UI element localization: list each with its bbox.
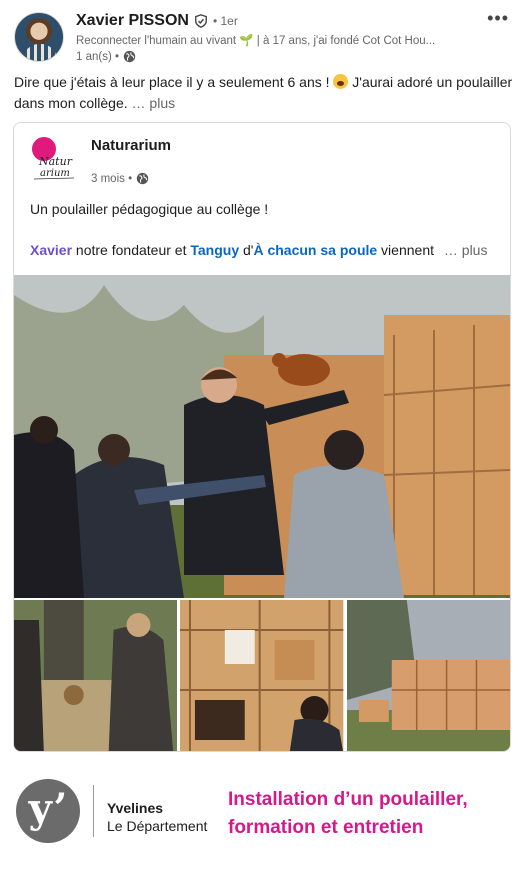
yvelines-logo: y’ [16,779,80,843]
shared-post-title: Un poulailler pédagogique au collège ! [30,201,269,217]
shared-post-time: 3 mois • [91,172,133,185]
banner-caption-line1: Installation d’un poulailler, [228,789,468,810]
footer-banner: y’ Yvelines Le Département Installation … [0,752,527,869]
mention-tanguy[interactable]: Tanguy [190,242,239,258]
shared-see-more-link[interactable]: … plus [444,242,488,258]
mention-xavier[interactable]: Xavier [30,242,72,258]
author-name-row: Xavier PISSON • 1er [76,12,238,30]
thumbnail-photo-2[interactable] [180,600,344,751]
banner-caption: Installation d’un poulailler, formation … [228,786,523,842]
banner-caption-line2: formation et entretien [228,817,424,838]
yvelines-logo-letter: y’ [28,785,68,832]
connection-degree: • 1er [212,14,238,28]
org-name[interactable]: Naturarium [91,137,171,154]
footer-divider [93,785,94,837]
post-text: Dire que j'étais à leur place il y a seu… [14,72,514,114]
shared-post-meta: 3 mois • [91,172,149,185]
shared-text-a: notre fondateur et [72,242,191,258]
post-text-part1: Dire que j'étais à leur place il y a seu… [14,74,330,90]
post-time: 1 an(s) • [76,50,120,63]
svg-text:Natur: Natur [38,155,73,168]
department-title: Yvelines [107,800,164,816]
author-avatar[interactable] [14,12,64,62]
shared-text-b: d' [239,242,254,258]
globe-icon [123,50,136,63]
department-subtitle: Le Département [107,818,208,834]
svg-text:arium: arium [40,168,70,179]
shared-post-card[interactable]: Natur arium Naturarium 3 mois • Un poula… [13,122,511,752]
shocked-face-emoji-icon [333,74,349,89]
naturarium-logo[interactable]: Natur arium [30,135,76,181]
thumbnail-photo-1[interactable] [14,600,178,751]
author-headline: Reconnecter l'humain au vivant 🌱 | à 17 … [76,35,436,47]
photo-thumbnails [14,600,510,751]
globe-icon [136,172,149,185]
shared-post-text: Xavier notre fondateur et Tanguy d'À cha… [30,242,500,258]
post-meta: 1 an(s) • [76,50,136,63]
author-name[interactable]: Xavier PISSON [76,12,189,30]
linkedin-post: Xavier PISSON • 1er Reconnecter l'humain… [0,0,527,752]
verified-shield-icon [195,14,207,28]
main-photo-chicken-coop[interactable] [14,275,510,598]
mention-a-chacun-sa-poule[interactable]: À chacun sa poule [253,242,377,258]
thumbnail-photo-3[interactable] [346,600,510,751]
see-more-link[interactable]: … plus [132,95,176,111]
shared-text-c: viennent [377,242,434,258]
more-options-icon[interactable]: ••• [487,8,509,29]
